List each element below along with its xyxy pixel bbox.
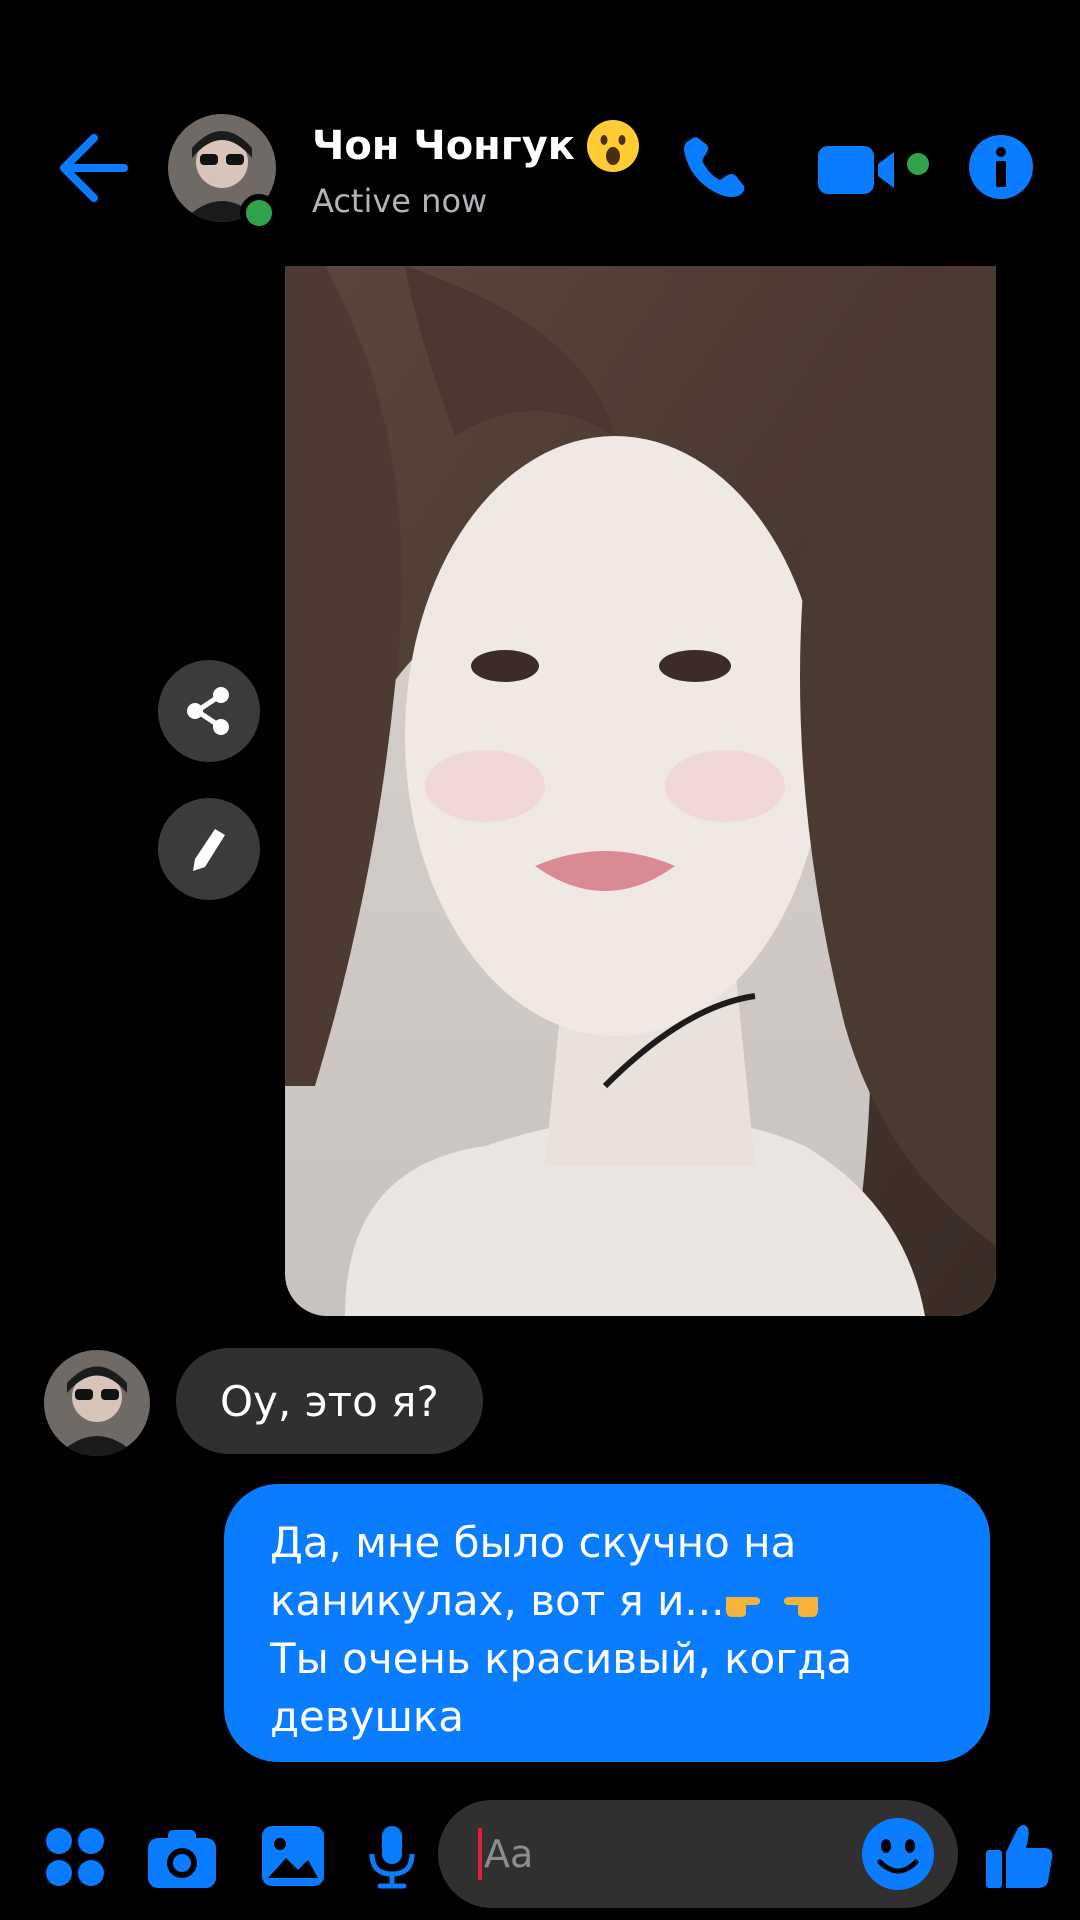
apps-button[interactable] — [44, 1826, 106, 1888]
message-line-text: каникулах, вот я и... — [270, 1576, 725, 1625]
text-caret — [478, 1828, 482, 1880]
phone-icon — [684, 137, 745, 197]
thumbs-up-icon — [986, 1825, 1053, 1888]
pointing-right-hand-emoji-icon — [726, 1597, 761, 1617]
sender-avatar[interactable] — [44, 1350, 150, 1456]
message-input-placeholder: Aa — [484, 1832, 534, 1876]
messenger-chat-screen: Чон Чонгук Active now Оу, это я? Да, мне… — [0, 0, 1080, 1920]
message-line: девушка — [270, 1692, 465, 1741]
portrait-photo — [285, 266, 996, 1316]
incoming-message-bubble[interactable]: Оу, это я? — [176, 1348, 483, 1454]
share-photo-button[interactable] — [158, 660, 260, 762]
message-line: каникулах, вот я и... — [270, 1572, 960, 1630]
pointing-left-hand-emoji-icon — [784, 1597, 819, 1617]
arrow-left-icon — [60, 134, 128, 202]
back-button[interactable] — [54, 130, 150, 206]
emoji-button[interactable] — [860, 1816, 936, 1892]
gallery-icon — [262, 1826, 324, 1886]
incoming-message-text: Оу, это я? — [220, 1376, 439, 1426]
contact-name[interactable]: Чон Чонгук — [312, 118, 641, 174]
active-status: Active now — [312, 182, 488, 220]
outgoing-message-bubble[interactable]: Да, мне было скучно на каникулах, вот я … — [224, 1484, 990, 1762]
photo-message[interactable] — [285, 266, 996, 1316]
voice-clip-button[interactable] — [368, 1824, 416, 1890]
send-like-button[interactable] — [984, 1820, 1056, 1892]
message-line: Да, мне было скучно на — [270, 1518, 797, 1567]
info-icon — [969, 135, 1033, 199]
contact-name-text: Чон Чонгук — [312, 123, 575, 169]
camera-button[interactable] — [146, 1826, 218, 1890]
video-call-button[interactable] — [818, 142, 936, 198]
apps-icon — [46, 1828, 104, 1886]
share-icon — [187, 687, 229, 735]
camera-icon — [148, 1830, 216, 1888]
contact-avatar-wrapper[interactable] — [168, 114, 278, 232]
emoji-icon — [862, 1818, 934, 1890]
message-composer: Aa — [0, 1790, 1080, 1920]
microphone-icon — [369, 1826, 415, 1889]
video-camera-icon — [818, 146, 929, 194]
message-line: Ты очень красивый, когда — [270, 1634, 853, 1683]
audio-call-button[interactable] — [676, 130, 756, 206]
astonished-face-emoji-icon — [586, 120, 639, 172]
edit-pencil-icon — [193, 829, 225, 871]
online-status-dot — [240, 194, 278, 232]
conversation-info-button[interactable] — [968, 134, 1034, 200]
chat-header: Чон Чонгук Active now — [0, 0, 1080, 262]
edit-photo-button[interactable] — [158, 798, 260, 900]
gallery-button[interactable] — [260, 1824, 326, 1888]
message-input[interactable]: Aa — [438, 1800, 958, 1908]
